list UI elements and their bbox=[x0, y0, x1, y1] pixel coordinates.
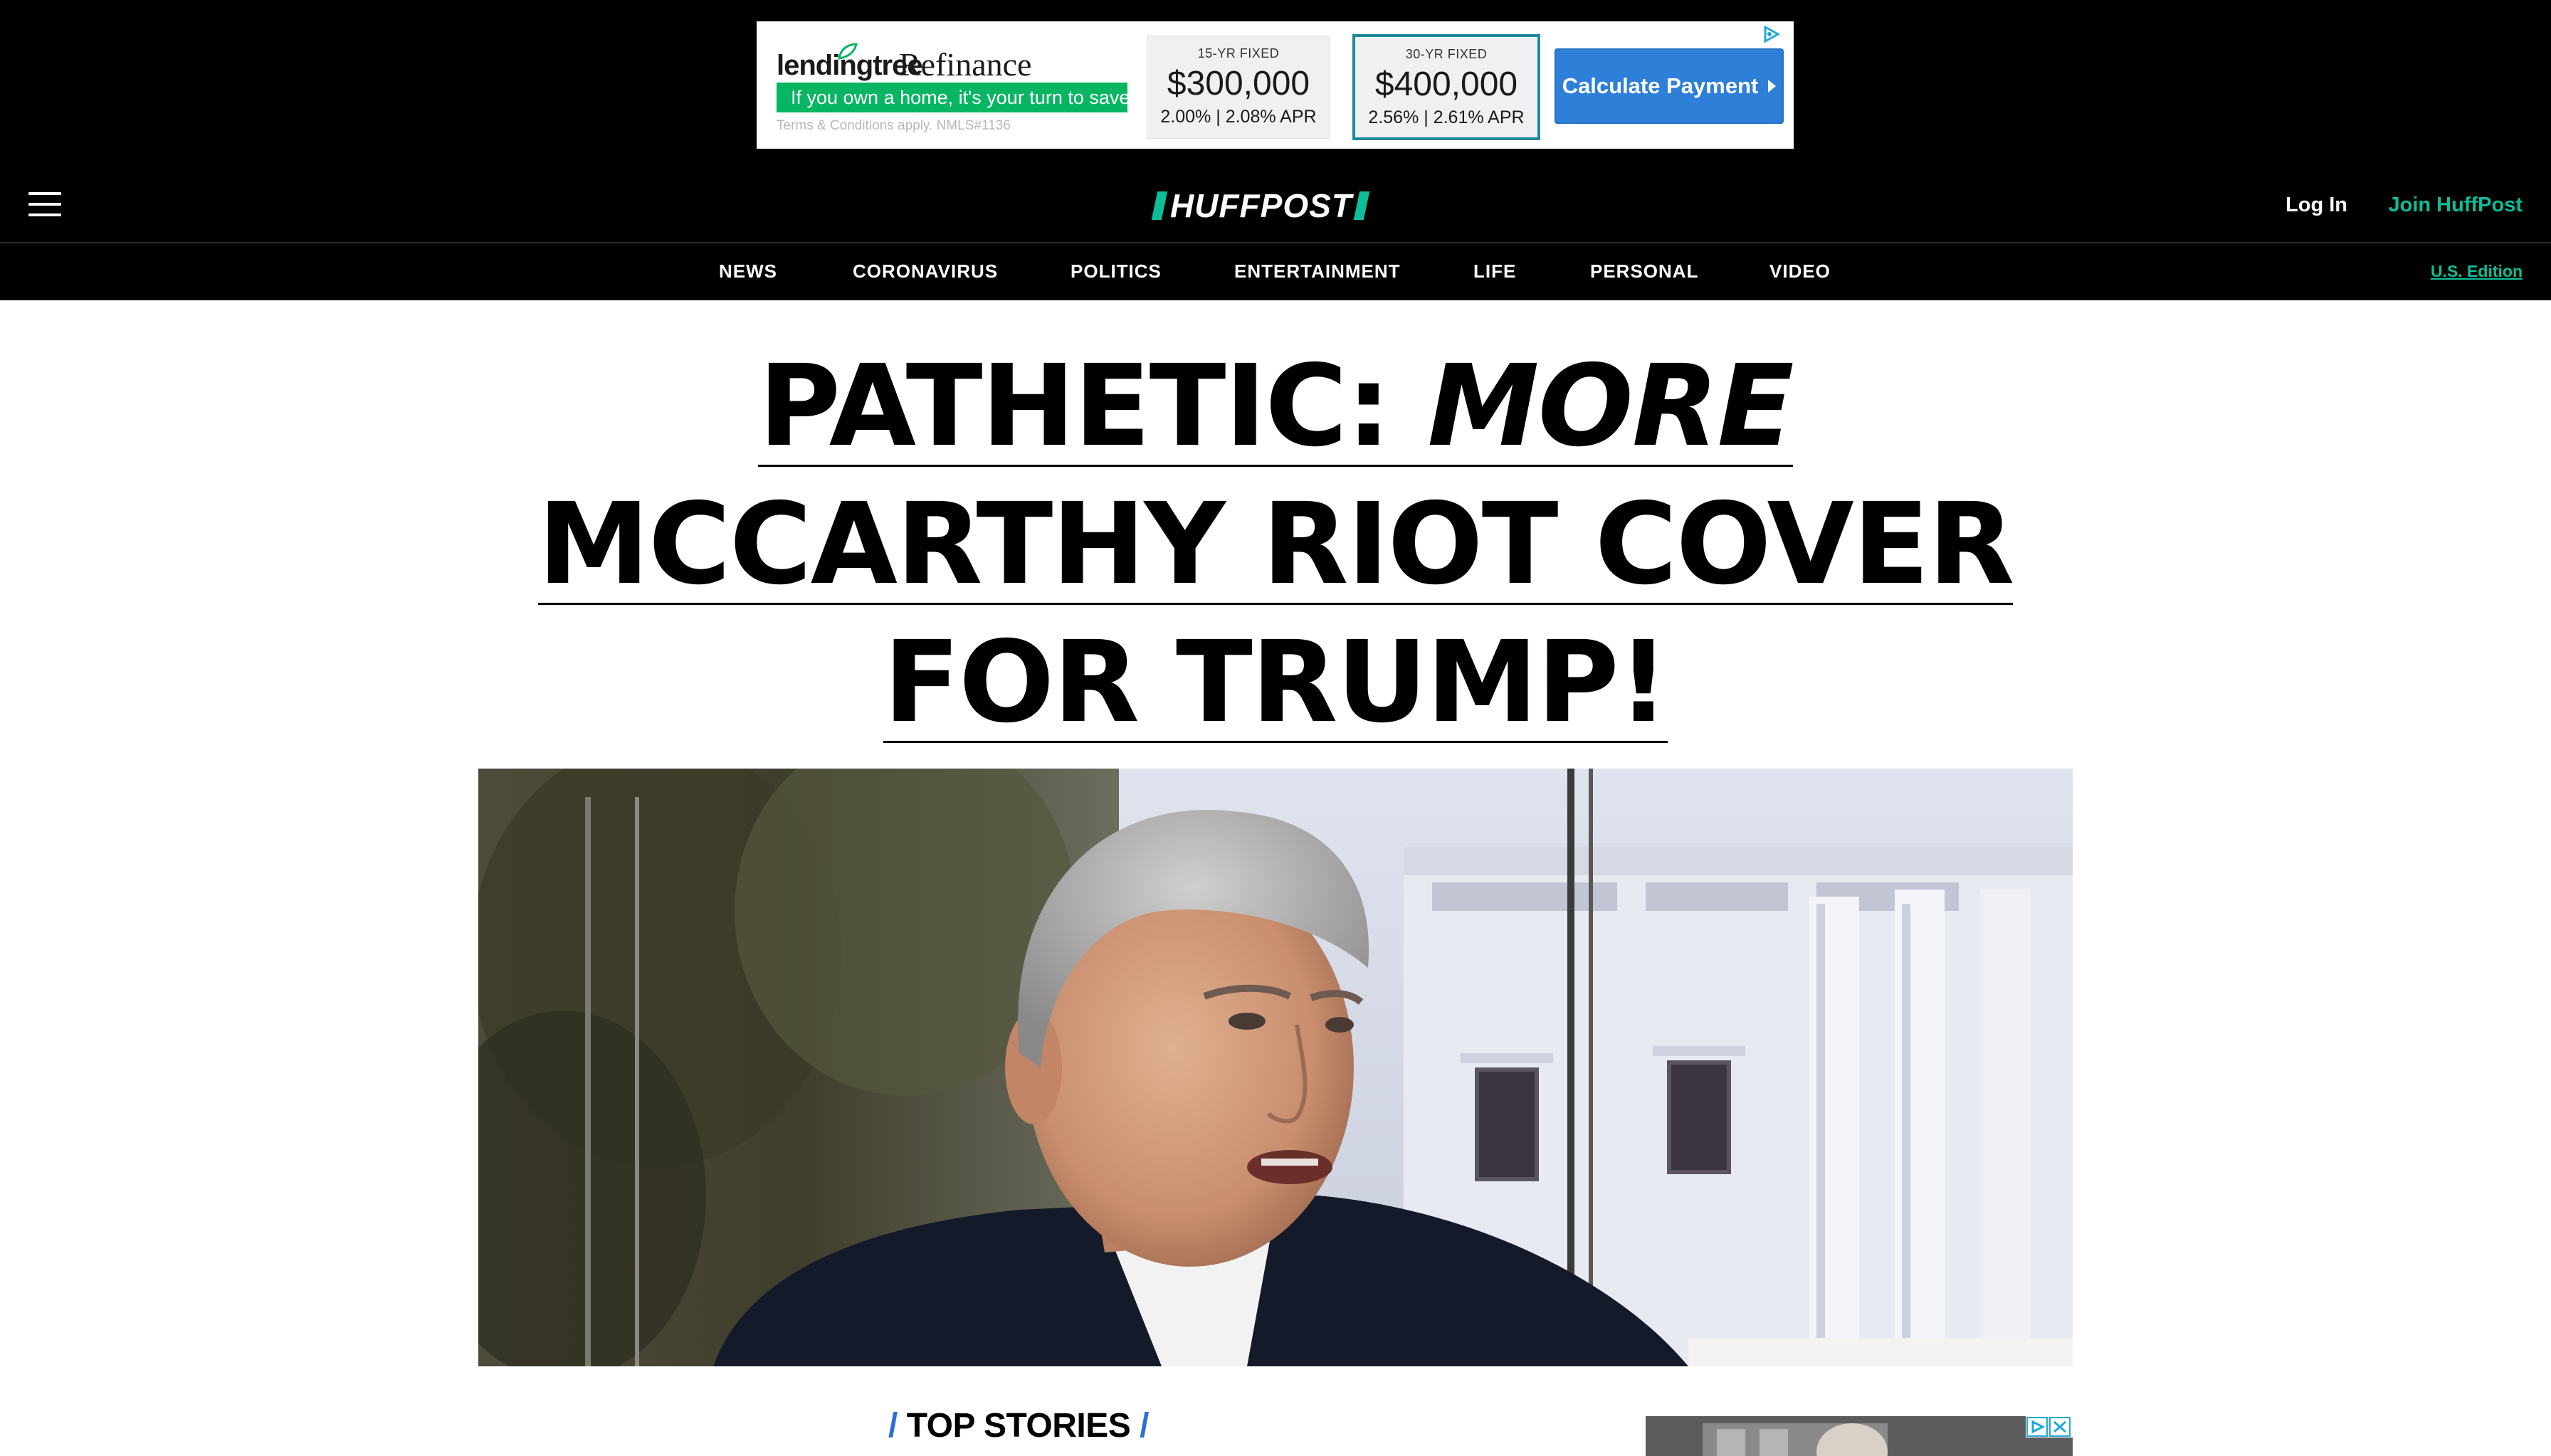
calculate-payment-label: Calculate Payment bbox=[1562, 73, 1759, 98]
hero-photo-icon bbox=[478, 769, 2073, 1366]
login-link[interactable]: Log In bbox=[2286, 194, 2347, 217]
headline-line-1: PATHETIC: MORE bbox=[758, 348, 1794, 467]
headline-prefix: PATHETIC: bbox=[758, 341, 1428, 472]
headline-line-3: FOR TRUMP! bbox=[883, 617, 1669, 748]
rate-label: 30-YR FIXED bbox=[1405, 47, 1488, 61]
section-nav: NEWS CORONAVIRUS POLITICS ENTERTAINMENT … bbox=[0, 242, 2551, 300]
top-stories-heading: / TOP STORIES / bbox=[888, 1406, 1149, 1445]
rate-apr: 2.56% | 2.61% APR bbox=[1368, 107, 1525, 127]
adchoices-icon[interactable] bbox=[1761, 24, 1781, 44]
headline-line-2: MCCARTHY RIOT COVER bbox=[537, 479, 2014, 610]
headline-emphasis: MORE bbox=[1427, 341, 1794, 472]
nav-item-coronavirus[interactable]: CORONAVIRUS bbox=[853, 260, 998, 283]
sidebar-ad[interactable] bbox=[1646, 1416, 2073, 1456]
top-ad-band: lendingtree Refinance If you own a home,… bbox=[0, 0, 2551, 169]
rate-card-15yr[interactable]: 15-YR FIXED $300,000 2.00% | 2.08% APR bbox=[1147, 36, 1330, 139]
lendingtree-ad[interactable]: lendingtree Refinance If you own a home,… bbox=[757, 21, 1794, 149]
ad-terms: Terms & Conditions apply. NMLS#1136 bbox=[777, 118, 1011, 133]
nav-item-politics[interactable]: POLITICS bbox=[1071, 260, 1162, 283]
huffpost-logo[interactable]: HUFFPOST bbox=[1151, 187, 1370, 224]
nav-item-personal[interactable]: PERSONAL bbox=[1590, 260, 1698, 283]
hero-image[interactable] bbox=[478, 769, 2073, 1366]
play-arrow-icon bbox=[1768, 80, 1777, 93]
nav-item-news[interactable]: NEWS bbox=[719, 260, 777, 283]
rate-card-30yr[interactable]: 30-YR FIXED $400,000 2.56% | 2.61% APR bbox=[1352, 34, 1540, 140]
rate-label: 15-YR FIXED bbox=[1197, 46, 1280, 60]
calculate-payment-button[interactable]: Calculate Payment bbox=[1555, 48, 1784, 124]
nav-item-video[interactable]: VIDEO bbox=[1769, 260, 1831, 283]
menu-icon[interactable] bbox=[28, 192, 61, 218]
nav-item-life[interactable]: LIFE bbox=[1473, 260, 1516, 283]
join-huffpost-link[interactable]: Join HuffPost bbox=[2389, 194, 2523, 217]
logo-text: HUFFPOST bbox=[1170, 187, 1352, 224]
ad-product-name: Refinance bbox=[899, 46, 1032, 83]
rate-amount: $400,000 bbox=[1374, 65, 1518, 103]
rate-amount: $300,000 bbox=[1167, 65, 1310, 102]
leaf-icon bbox=[838, 43, 858, 60]
top-stories-label: TOP STORIES bbox=[906, 1407, 1131, 1445]
slash-icon: / bbox=[1140, 1407, 1149, 1445]
slash-icon: / bbox=[888, 1407, 898, 1445]
sidebar-ad-image-icon bbox=[1646, 1416, 2073, 1456]
site-header: HUFFPOST Log In Join HuffPost bbox=[0, 169, 2551, 242]
nav-item-entertainment[interactable]: ENTERTAINMENT bbox=[1234, 260, 1401, 283]
adchoices-icon[interactable] bbox=[2026, 1416, 2073, 1437]
rate-apr: 2.00% | 2.08% APR bbox=[1160, 107, 1317, 127]
edition-selector[interactable]: U.S. Edition bbox=[2431, 262, 2523, 281]
ad-tagline: If you own a home, it's your turn to sav… bbox=[777, 83, 1130, 112]
splash-headline[interactable]: PATHETIC: MORE MCCARTHY RIOT COVER FOR T… bbox=[356, 342, 2195, 756]
